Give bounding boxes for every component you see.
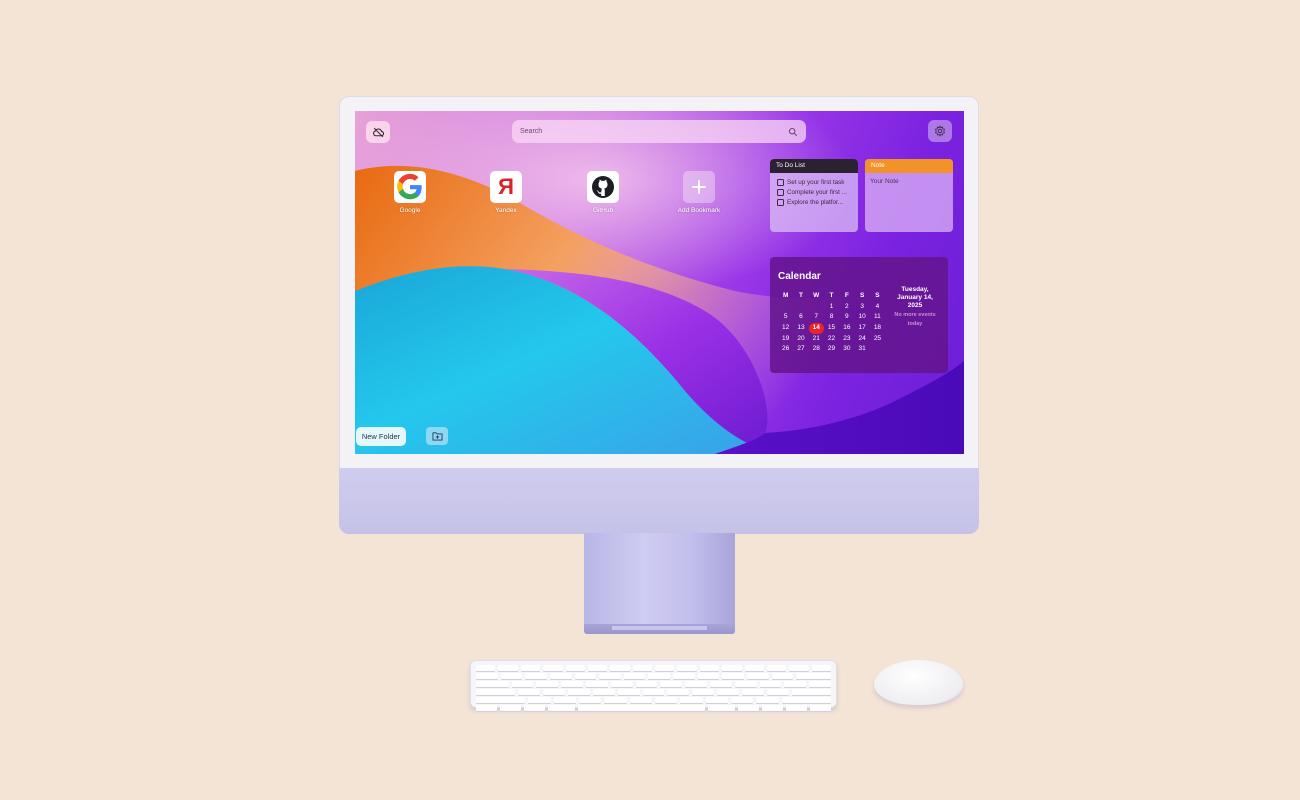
todo-widget: To Do List Set up your first task Comple… bbox=[770, 159, 858, 232]
calendar-day[interactable]: 11 bbox=[870, 312, 885, 323]
date-line: January 14, bbox=[897, 294, 933, 301]
no-events-text: today bbox=[907, 321, 923, 327]
new-folder-button[interactable]: New Folder bbox=[356, 427, 406, 446]
imac-stand bbox=[584, 533, 735, 629]
todo-item-text: Set up your first task bbox=[787, 179, 845, 186]
bookmark-label: GitHub bbox=[592, 207, 614, 214]
todo-checkbox[interactable] bbox=[777, 179, 784, 186]
calendar-grid: M T W T F S S 1 2 3 4 5 6 7 8 9 10 11 12 13 14 15 16 17 18 19 20 21… bbox=[778, 291, 885, 355]
weekday-header: M bbox=[782, 292, 789, 299]
note-input[interactable]: Your Note bbox=[865, 173, 953, 190]
todo-item[interactable]: Set up your first task bbox=[777, 179, 853, 186]
calendar-day[interactable]: 19 bbox=[778, 334, 793, 345]
calendar-blank bbox=[793, 302, 808, 313]
search-input[interactable]: Search bbox=[520, 128, 788, 135]
calendar-day[interactable]: 7 bbox=[809, 312, 824, 323]
calendar-blank bbox=[778, 302, 793, 313]
weekday-header: S bbox=[875, 292, 880, 299]
bookmark-github[interactable]: GitHub bbox=[563, 171, 643, 214]
browser-new-tab-screen: Search Google Я Yandex GitHub Add Bookma… bbox=[355, 111, 964, 454]
calendar-title: Calendar bbox=[778, 271, 821, 282]
bookmark-google[interactable]: Google bbox=[370, 171, 450, 214]
weekday-header: T bbox=[829, 292, 834, 299]
note-title: Note bbox=[865, 159, 953, 173]
weekday-header: W bbox=[813, 292, 820, 299]
calendar-day[interactable]: 12 bbox=[778, 323, 793, 334]
calendar-day[interactable]: 5 bbox=[778, 312, 793, 323]
calendar-day[interactable]: 16 bbox=[839, 323, 854, 334]
customize-button[interactable] bbox=[366, 121, 390, 143]
calendar-blank bbox=[809, 302, 824, 313]
keyboard bbox=[470, 660, 837, 711]
imac-stand-foot bbox=[584, 624, 735, 634]
todo-item-text: Complete your first ... bbox=[787, 189, 847, 196]
calendar-day[interactable]: 4 bbox=[870, 302, 885, 313]
calendar-day[interactable]: 18 bbox=[870, 323, 885, 334]
todo-item-text: Explore the platfor... bbox=[787, 199, 844, 206]
weekday-header: F bbox=[844, 292, 849, 299]
calendar-day[interactable]: 20 bbox=[793, 334, 808, 345]
gear-icon bbox=[934, 125, 946, 137]
cloud-off-icon bbox=[372, 127, 384, 137]
bookmark-label: Yandex bbox=[495, 207, 517, 214]
calendar-day[interactable]: 25 bbox=[870, 334, 885, 345]
calendar-day[interactable]: 10 bbox=[854, 312, 869, 323]
calendar-day[interactable]: 6 bbox=[793, 312, 808, 323]
date-line: Tuesday, bbox=[901, 286, 929, 293]
calendar-day[interactable]: 26 bbox=[778, 344, 793, 355]
settings-button[interactable] bbox=[928, 120, 952, 142]
calendar-day[interactable]: 9 bbox=[839, 312, 854, 323]
add-bookmark-button[interactable]: Add Bookmark bbox=[659, 171, 739, 214]
github-logo-icon bbox=[587, 171, 619, 203]
bookmark-yandex[interactable]: Я Yandex bbox=[466, 171, 546, 214]
todo-item[interactable]: Explore the platfor... bbox=[777, 199, 853, 206]
todo-title: To Do List bbox=[770, 159, 858, 173]
bookmark-label: Add Bookmark bbox=[677, 207, 721, 214]
add-folder-button[interactable] bbox=[426, 427, 448, 445]
search-icon[interactable] bbox=[788, 127, 798, 137]
note-widget: Note Your Note bbox=[865, 159, 953, 232]
no-events-text: No more events bbox=[894, 312, 936, 318]
calendar-widget: Calendar M T W T F S S 1 2 3 4 5 6 7 8 9 10 11 12 13 14 15 16 1… bbox=[770, 257, 948, 373]
calendar-day[interactable]: 27 bbox=[793, 344, 808, 355]
calendar-day[interactable]: 23 bbox=[839, 334, 854, 345]
calendar-day[interactable]: 28 bbox=[809, 344, 824, 355]
weekday-header: S bbox=[859, 292, 865, 299]
bookmark-label: Google bbox=[399, 207, 421, 214]
calendar-selected-date: Tuesday, January 14, 2025 No more events… bbox=[887, 286, 943, 328]
calendar-day[interactable]: 15 bbox=[824, 323, 839, 334]
todo-checkbox[interactable] bbox=[777, 189, 784, 196]
yandex-logo-icon: Я bbox=[490, 171, 522, 203]
calendar-day[interactable]: 22 bbox=[824, 334, 839, 345]
mouse bbox=[874, 660, 963, 705]
calendar-day[interactable]: 13 bbox=[793, 323, 808, 334]
calendar-day[interactable]: 21 bbox=[809, 334, 824, 345]
calendar-day[interactable]: 1 bbox=[824, 302, 839, 313]
calendar-day[interactable]: 29 bbox=[824, 344, 839, 355]
calendar-day[interactable]: 17 bbox=[854, 323, 869, 334]
imac-chin bbox=[339, 468, 979, 534]
calendar-day[interactable]: 2 bbox=[839, 302, 854, 313]
search-bar[interactable]: Search bbox=[512, 120, 806, 143]
google-logo-icon bbox=[394, 171, 426, 203]
calendar-day-today[interactable]: 14 bbox=[808, 323, 824, 334]
calendar-day[interactable]: 30 bbox=[839, 344, 854, 355]
date-line: 2025 bbox=[907, 302, 923, 309]
folder-plus-icon bbox=[432, 432, 442, 441]
plus-icon bbox=[683, 171, 715, 203]
calendar-day[interactable]: 31 bbox=[854, 344, 869, 355]
calendar-day[interactable]: 24 bbox=[854, 334, 869, 345]
calendar-day[interactable]: 3 bbox=[854, 302, 869, 313]
todo-checkbox[interactable] bbox=[777, 199, 784, 206]
calendar-day[interactable]: 8 bbox=[824, 312, 839, 323]
todo-item[interactable]: Complete your first ... bbox=[777, 189, 853, 196]
weekday-header: T bbox=[798, 292, 803, 299]
yandex-glyph: Я bbox=[498, 174, 514, 199]
